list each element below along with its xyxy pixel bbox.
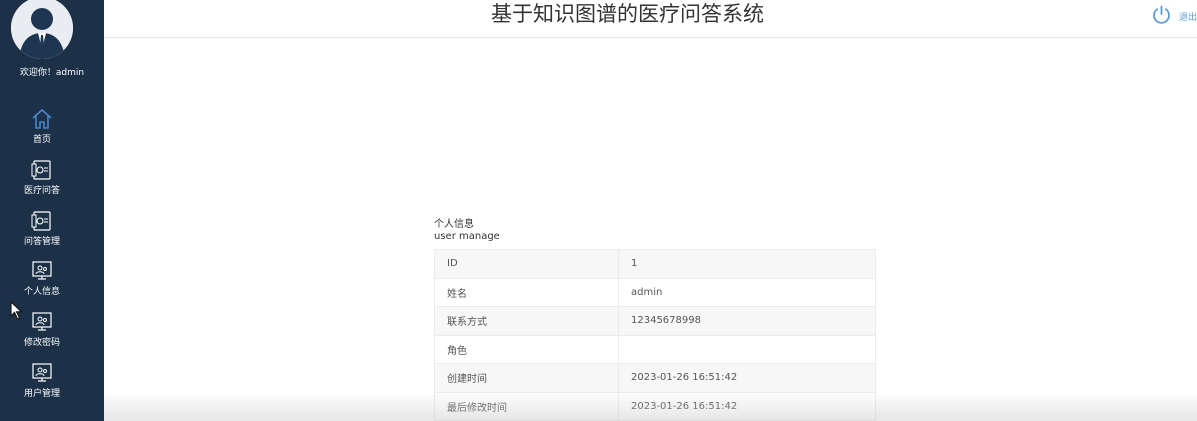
table-row: 姓名 admin [434,277,876,307]
logout-label: 退出 [1179,13,1197,23]
sidebar-item-label: 个人信息 [23,287,60,297]
sidebar-item-label: 用户管理 [23,389,60,399]
sidebar-item-user-management[interactable]: 用户管理 [0,361,84,407]
avatar[interactable] [11,0,73,59]
sidebar-item-home[interactable]: 首页 [0,107,84,153]
table-row: 最后修改时间 2023-01-26 16:51:42 [434,391,876,421]
sidebar-item-label: 首页 [32,135,51,145]
field-value: 2023-01-26 16:51:42 [618,363,876,393]
sidebar-item-medical-qa[interactable]: 医疗问答 [0,158,84,204]
user-avatar-icon [11,0,73,59]
field-label: 最后修改时间 [434,391,619,421]
sidebar-item-label: 医疗问答 [23,186,60,196]
page-title: 基于知识图谱的医疗问答系统 [491,2,764,26]
field-value: 2023-01-26 16:51:42 [618,391,876,421]
table-row: 联系方式 12345678998 [434,306,876,336]
field-value: 12345678998 [618,306,876,336]
user-monitor-icon [30,361,54,385]
field-label: 姓名 [434,277,619,307]
power-icon [1151,4,1172,25]
field-label: 联系方式 [434,306,619,336]
sidebar-item-label: 修改密码 [23,338,60,348]
sidebar-item-label: 问答管理 [23,237,60,247]
field-value: 1 [618,249,876,279]
sidebar-item-qa-management[interactable]: 问答管理 [0,209,84,255]
user-monitor-icon [30,259,54,283]
sidebar: 欢迎你！admin 首页 医疗问答 问答管理 个人信息 修改密码 用户管理 [0,0,104,421]
profile-table: ID 1 姓名 admin 联系方式 12345678998 角色 创建时间 2… [434,249,876,421]
field-label: 角色 [434,334,619,364]
document-icon [30,158,54,182]
field-value: admin [618,277,876,307]
home-icon [30,107,54,131]
field-value [618,334,876,364]
section-title: 个人信息 [434,219,474,230]
table-row: ID 1 [434,249,876,279]
table-row: 创建时间 2023-01-26 16:51:42 [434,363,876,393]
welcome-text: 欢迎你！admin [19,68,85,78]
field-label: ID [434,249,619,279]
table-row: 角色 [434,334,876,364]
user-monitor-icon [30,310,54,334]
section-subtitle: user manage [434,231,500,242]
document-icon [30,209,54,233]
field-label: 创建时间 [434,363,619,393]
sidebar-item-profile[interactable]: 个人信息 [0,259,84,305]
mouse-cursor-icon [10,301,23,320]
